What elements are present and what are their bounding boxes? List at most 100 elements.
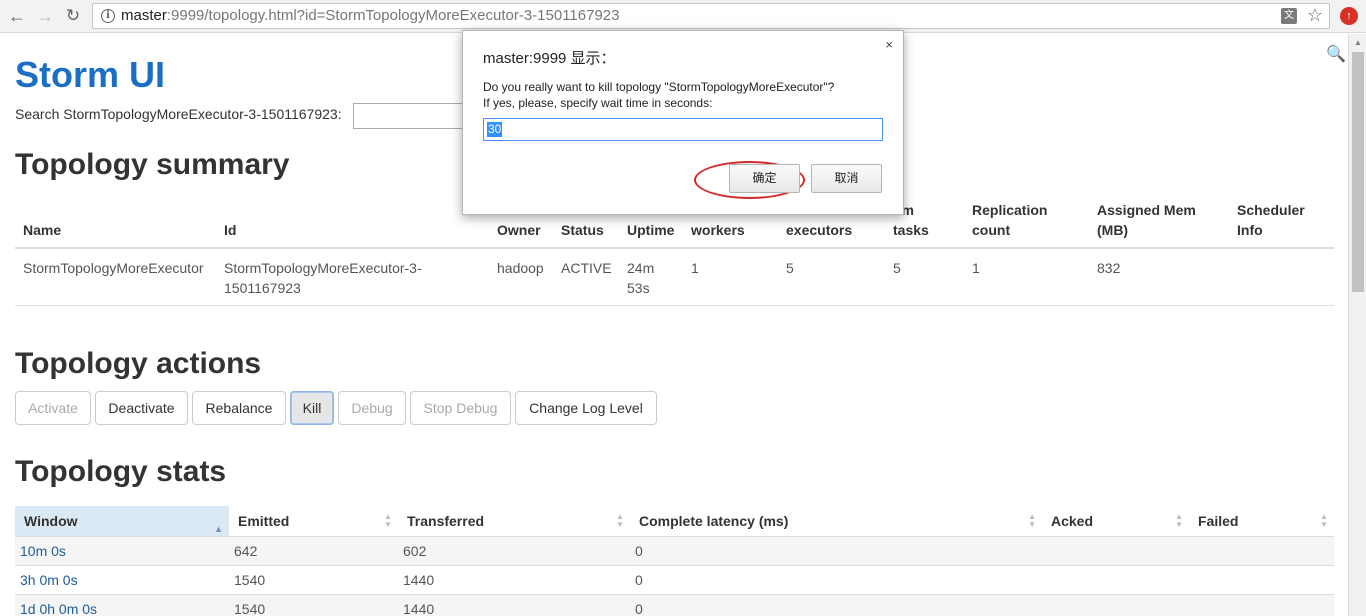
stats-col-transferred[interactable]: Transferred ▲ ▼ <box>398 506 630 536</box>
summary-tasks: 5 <box>893 260 901 276</box>
col-executors[interactable]: executors <box>786 220 852 240</box>
stats-col-window[interactable]: Window ▲ <box>15 506 229 536</box>
sort-icon: ▲ ▼ <box>1028 512 1036 529</box>
sort-icon: ▲ ▼ <box>1175 512 1183 529</box>
cancel-button[interactable]: 取消 <box>811 164 882 193</box>
col-id[interactable]: Id <box>224 220 236 240</box>
stats-col-transferred-label: Transferred <box>407 513 485 529</box>
wait-time-input[interactable]: 30 <box>483 118 883 141</box>
stats-emitted: 642 <box>234 543 258 559</box>
stats-col-failed[interactable]: Failed ▲ ▼ <box>1189 506 1334 536</box>
page-scrollbar[interactable]: ▲ <box>1348 34 1366 616</box>
forward-arrow-icon[interactable]: → <box>34 6 56 26</box>
stats-col-failed-label: Failed <box>1198 513 1239 529</box>
topology-actions-heading: Topology actions <box>15 347 262 380</box>
summary-mem: 832 <box>1097 260 1121 276</box>
dialog-message-line2: If yes, please, specify wait time in sec… <box>483 96 713 110</box>
col-tasks-line2[interactable]: tasks <box>893 220 929 240</box>
stop-debug-button[interactable]: Stop Debug <box>410 391 511 425</box>
sort-icon: ▲ ▼ <box>1320 512 1328 529</box>
col-replication-line1[interactable]: Replication <box>972 200 1047 220</box>
col-workers[interactable]: workers <box>691 220 745 240</box>
sort-icon: ▲ ▼ <box>384 512 392 529</box>
summary-owner: hadoop <box>497 260 544 276</box>
reload-icon[interactable]: ↻ <box>62 6 84 26</box>
summary-bottom-divider <box>15 305 1334 306</box>
change-log-level-button[interactable]: Change Log Level <box>515 391 657 425</box>
activate-button[interactable]: Activate <box>15 391 91 425</box>
stats-window-link[interactable]: 10m 0s <box>20 537 66 565</box>
summary-id-line1: StormTopologyMoreExecutor-3- <box>224 260 422 276</box>
back-arrow-icon[interactable]: ← <box>6 6 28 26</box>
stats-window-link[interactable]: 1d 0h 0m 0s <box>20 595 97 616</box>
url-host: master <box>121 7 167 24</box>
summary-header-divider <box>15 247 1334 249</box>
stats-latency: 0 <box>635 601 643 616</box>
stats-transferred: 1440 <box>403 572 435 588</box>
info-icon[interactable]: i <box>101 9 115 23</box>
sort-icon: ▲ ▼ <box>616 512 624 529</box>
col-owner[interactable]: Owner <box>497 220 541 240</box>
summary-workers: 1 <box>691 260 699 276</box>
stats-table-header: Window ▲ Emitted ▲ ▼ Transferred ▲ ▼ Complete… <box>15 506 1334 536</box>
stats-col-acked[interactable]: Acked ▲ ▼ <box>1042 506 1189 536</box>
col-mem-line1[interactable]: Assigned Mem <box>1097 200 1196 220</box>
stats-col-acked-label: Acked <box>1051 513 1094 529</box>
stats-latency: 0 <box>635 543 643 559</box>
summary-replication: 1 <box>972 260 980 276</box>
url-text[interactable]: master:9999/topology.html?id=StormTopolo… <box>121 7 620 24</box>
extension-icon[interactable]: ↑ <box>1340 7 1358 25</box>
stats-emitted: 1540 <box>234 572 266 588</box>
dialog-title: master:9999 显示： <box>483 50 616 67</box>
stats-col-latency-label: Complete latency (ms) <box>639 513 789 529</box>
search-input[interactable] <box>353 103 473 129</box>
rebalance-button[interactable]: Rebalance <box>192 391 286 425</box>
debug-button[interactable]: Debug <box>338 391 406 425</box>
stats-col-emitted[interactable]: Emitted ▲ ▼ <box>229 506 398 536</box>
summary-status: ACTIVE <box>561 260 612 276</box>
dialog-message: Do you really want to kill topology "Sto… <box>483 79 834 111</box>
summary-id-line2: 1501167923 <box>224 280 301 296</box>
ok-button[interactable]: 确定 <box>729 164 800 193</box>
stats-latency: 0 <box>635 572 643 588</box>
col-mem-line2[interactable]: (MB) <box>1097 220 1128 240</box>
deactivate-button[interactable]: Deactivate <box>95 391 188 425</box>
table-row: 3h 0m 0s 1540 1440 0 <box>15 565 1334 594</box>
kill-confirm-dialog: master:9999 显示： × Do you really want to … <box>462 30 904 215</box>
stats-transferred: 1440 <box>403 601 435 616</box>
summary-uptime-line2: 53s <box>627 280 650 296</box>
dialog-message-line1: Do you really want to kill topology "Sto… <box>483 80 835 94</box>
col-uptime[interactable]: Uptime <box>627 220 674 240</box>
stats-col-window-label: Window <box>24 513 78 529</box>
scrollbar-thumb[interactable] <box>1352 52 1364 292</box>
address-bar[interactable]: i master:9999/topology.html?id=StormTopo… <box>92 3 1330 29</box>
col-status[interactable]: Status <box>561 220 604 240</box>
close-icon[interactable]: × <box>885 37 893 52</box>
summary-executors: 5 <box>786 260 794 276</box>
url-path: :9999/topology.html?id=StormTopologyMore… <box>166 7 620 24</box>
stats-col-latency[interactable]: Complete latency (ms) ▲ ▼ <box>630 506 1042 536</box>
translate-icon[interactable]: 文 <box>1281 8 1297 24</box>
wait-time-value: 30 <box>487 122 503 137</box>
topology-summary-heading: Topology summary <box>15 148 290 181</box>
kill-button[interactable]: Kill <box>290 391 334 425</box>
table-row: 1d 0h 0m 0s 1540 1440 0 <box>15 594 1334 616</box>
table-row: 10m 0s 642 602 0 <box>15 536 1334 565</box>
summary-uptime-line1: 24m <box>627 260 655 276</box>
stats-window-link[interactable]: 3h 0m 0s <box>20 566 78 594</box>
stats-emitted: 1540 <box>234 601 266 616</box>
topology-stats-heading: Topology stats <box>15 455 227 488</box>
col-scheduler-line1[interactable]: Scheduler <box>1237 200 1305 220</box>
page-title[interactable]: Storm UI <box>15 54 165 96</box>
search-icon[interactable]: 🔍 <box>1326 44 1346 64</box>
star-icon[interactable]: ☆ <box>1307 5 1323 26</box>
summary-name: StormTopologyMoreExecutor <box>23 260 204 276</box>
col-replication-line2[interactable]: count <box>972 220 1010 240</box>
stats-col-emitted-label: Emitted <box>238 513 290 529</box>
browser-toolbar: ← → ↻ i master:9999/topology.html?id=Sto… <box>0 0 1366 33</box>
search-label: Search StormTopologyMoreExecutor-3-15011… <box>15 106 342 122</box>
scroll-up-arrow-icon[interactable]: ▲ <box>1354 38 1362 47</box>
col-name[interactable]: Name <box>23 220 61 240</box>
col-scheduler-line2[interactable]: Info <box>1237 220 1263 240</box>
stats-transferred: 602 <box>403 543 427 559</box>
